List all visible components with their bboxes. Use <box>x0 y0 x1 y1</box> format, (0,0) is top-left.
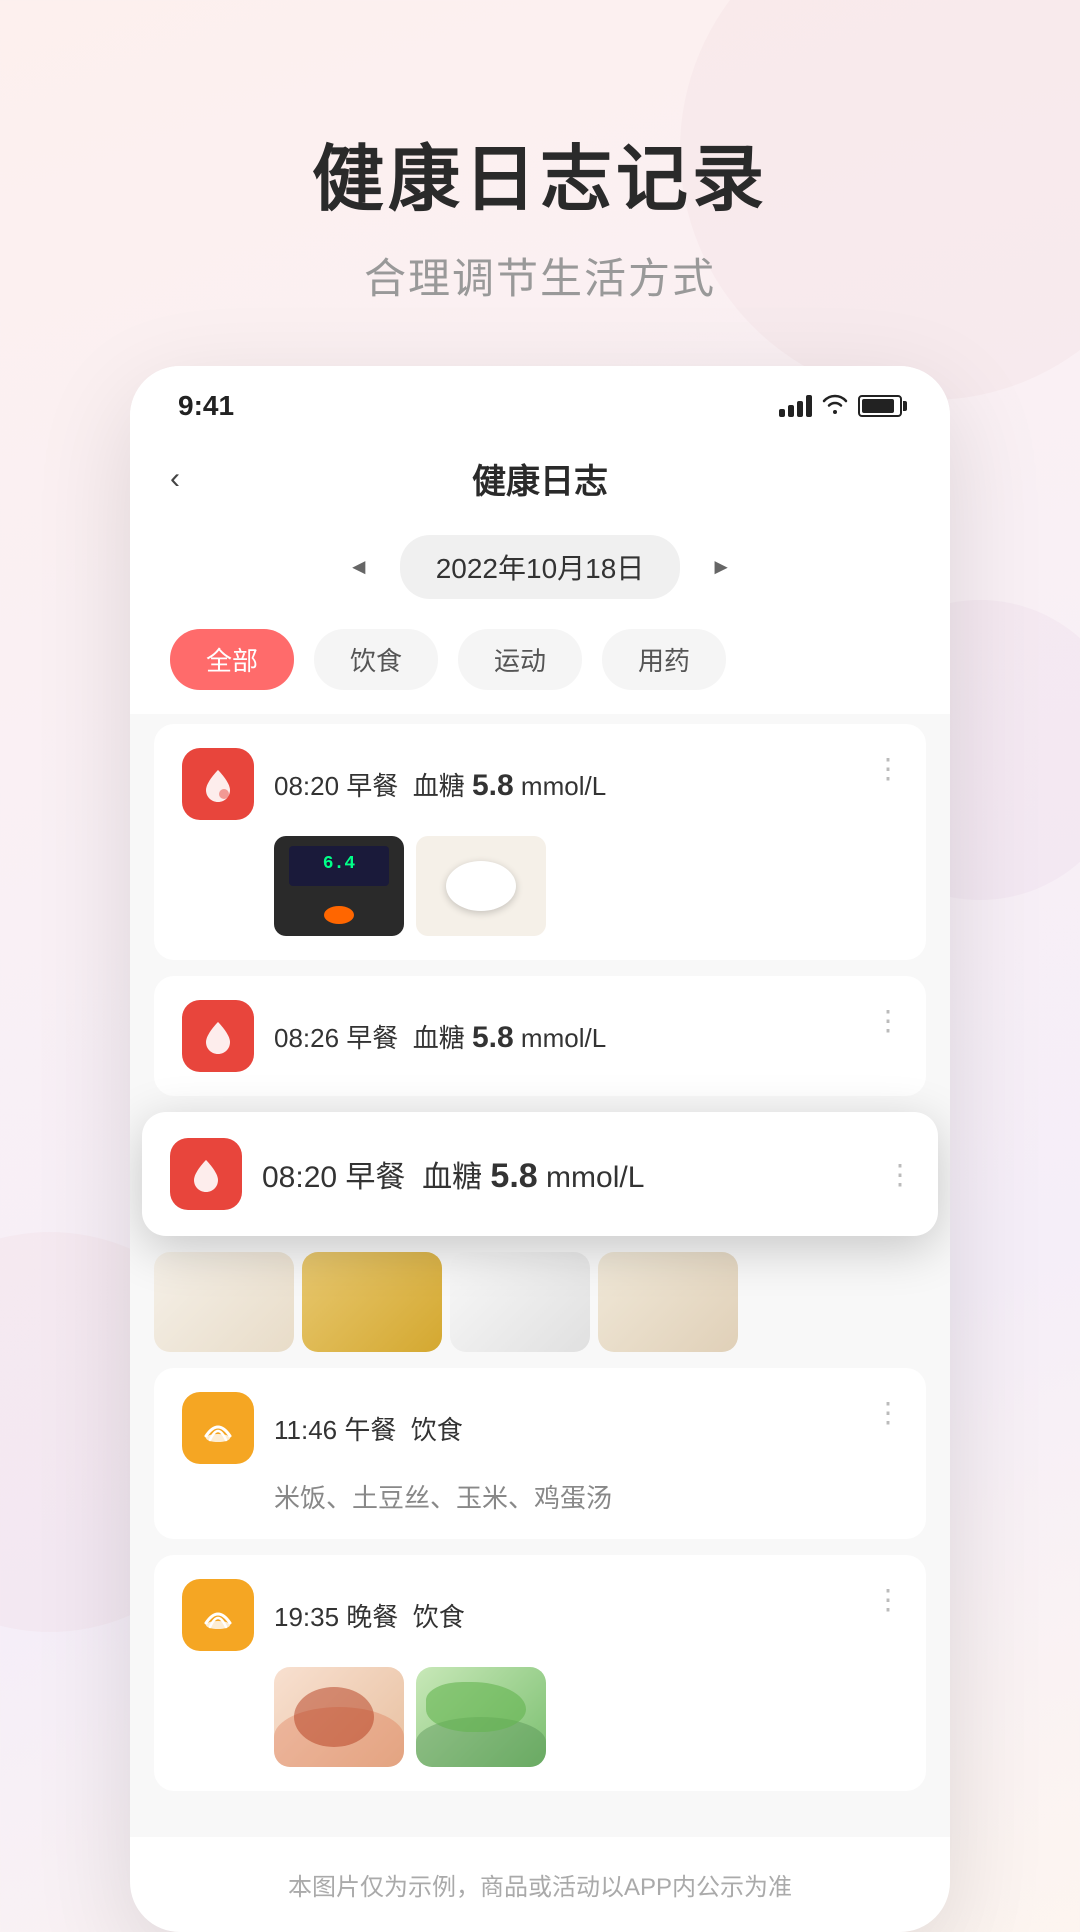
lunch-desc: 米饭、土豆丝、玉米、鸡蛋汤 <box>274 1478 898 1515</box>
entry-info-dinner: 19:35 晚餐 饮食 <box>274 1597 898 1634</box>
dinner-image-meat <box>274 1667 404 1767</box>
status-bar: 9:41 <box>130 366 950 438</box>
entry-info-2: 08:26 早餐 血糖 5.8 mmol/L <box>274 1018 898 1055</box>
more-menu-2[interactable]: ⋮ <box>874 1004 902 1037</box>
filter-tab-medicine[interactable]: 用药 <box>602 629 726 690</box>
food-image-rice <box>154 1252 294 1352</box>
entry-meta-dinner: 19:35 晚餐 饮食 <box>274 1602 465 1632</box>
more-menu-1[interactable]: ⋮ <box>874 752 902 785</box>
filter-tab-exercise[interactable]: 运动 <box>458 629 582 690</box>
entry-info-lunch: 11:46 午餐 饮食 <box>274 1410 898 1447</box>
current-date[interactable]: 2022年10月18日 <box>400 535 681 599</box>
app-title: 健康日志 <box>472 454 608 503</box>
food-image-soup <box>302 1252 442 1352</box>
phone-mockup: 9:41 <box>130 366 950 1932</box>
filter-tab-all[interactable]: 全部 <box>170 629 294 690</box>
entry-card-2: 08:26 早餐 血糖 5.8 mmol/L ⋮ <box>154 976 926 1096</box>
hero-subtitle: 合理调节生活方式 <box>364 245 716 306</box>
status-icons <box>779 392 902 420</box>
entry-header-2: 08:26 早餐 血糖 5.8 mmol/L ⋮ <box>182 1000 898 1072</box>
hero-title: 健康日志记录 <box>312 120 768 225</box>
content-area: 08:20 早餐 血糖 5.8 mmol/L ⋮ 6.4 <box>130 714 950 1837</box>
filter-tab-diet[interactable]: 饮食 <box>314 629 438 690</box>
next-date-button[interactable]: ► <box>700 550 742 584</box>
dinner-image-fish <box>416 1667 546 1767</box>
entry-info-1: 08:20 早餐 血糖 5.8 mmol/L <box>274 766 898 803</box>
entry-card-lunch: 11:46 午餐 饮食 ⋮ 米饭、土豆丝、玉米、鸡蛋汤 <box>154 1368 926 1539</box>
status-time: 9:41 <box>178 390 234 422</box>
entry-meta-2: 08:26 早餐 血糖 5.8 mmol/L <box>274 1023 606 1053</box>
entry-meta-1: 08:20 早餐 血糖 5.8 mmol/L <box>274 771 606 801</box>
floating-entry-meta: 08:20 早餐 血糖 5.8 mmol/L <box>262 1161 644 1194</box>
more-images-row <box>130 1252 950 1368</box>
dinner-images <box>274 1667 898 1767</box>
more-menu-floating[interactable]: ⋮ <box>886 1158 914 1191</box>
more-menu-lunch[interactable]: ⋮ <box>874 1396 902 1429</box>
entry-images-1: 6.4 <box>274 836 898 936</box>
food-icon-dinner <box>182 1579 254 1651</box>
battery-icon <box>858 395 902 417</box>
back-button[interactable]: ‹ <box>170 462 180 496</box>
food-image-noodle <box>598 1252 738 1352</box>
date-selector: ◄ 2022年10月18日 ► <box>130 523 950 619</box>
entry-header-1: 08:20 早餐 血糖 5.8 mmol/L ⋮ <box>182 748 898 820</box>
entry-card-dinner: 19:35 晚餐 饮食 ⋮ <box>154 1555 926 1791</box>
entry-card-1: 08:20 早餐 血糖 5.8 mmol/L ⋮ 6.4 <box>154 724 926 960</box>
blood-icon-1 <box>182 748 254 820</box>
app-header: ‹ 健康日志 <box>130 438 950 523</box>
more-menu-dinner[interactable]: ⋮ <box>874 1583 902 1616</box>
prev-date-button[interactable]: ◄ <box>338 550 380 584</box>
food-icon-lunch <box>182 1392 254 1464</box>
food-image-bowl <box>450 1252 590 1352</box>
blood-icon-floating <box>170 1138 242 1210</box>
entry-meta-lunch: 11:46 午餐 饮食 <box>274 1415 463 1445</box>
signal-icon <box>779 395 812 417</box>
glucose-meter-image: 6.4 <box>274 836 404 936</box>
floating-entry-card: 08:20 早餐 血糖 5.8 mmol/L ⋮ <box>142 1112 938 1236</box>
blood-icon-2 <box>182 1000 254 1072</box>
congee-image <box>416 836 546 936</box>
wifi-icon <box>822 392 848 420</box>
disclaimer: 本图片仅为示例，商品或活动以APP内公示为准 <box>130 1837 950 1932</box>
filter-tabs: 全部 饮食 运动 用药 <box>130 619 950 714</box>
entry-header-dinner: 19:35 晚餐 饮食 ⋮ <box>182 1579 898 1651</box>
floating-entry-info: 08:20 早餐 血糖 5.8 mmol/L <box>262 1152 910 1196</box>
entry-header-lunch: 11:46 午餐 饮食 ⋮ <box>182 1392 898 1464</box>
